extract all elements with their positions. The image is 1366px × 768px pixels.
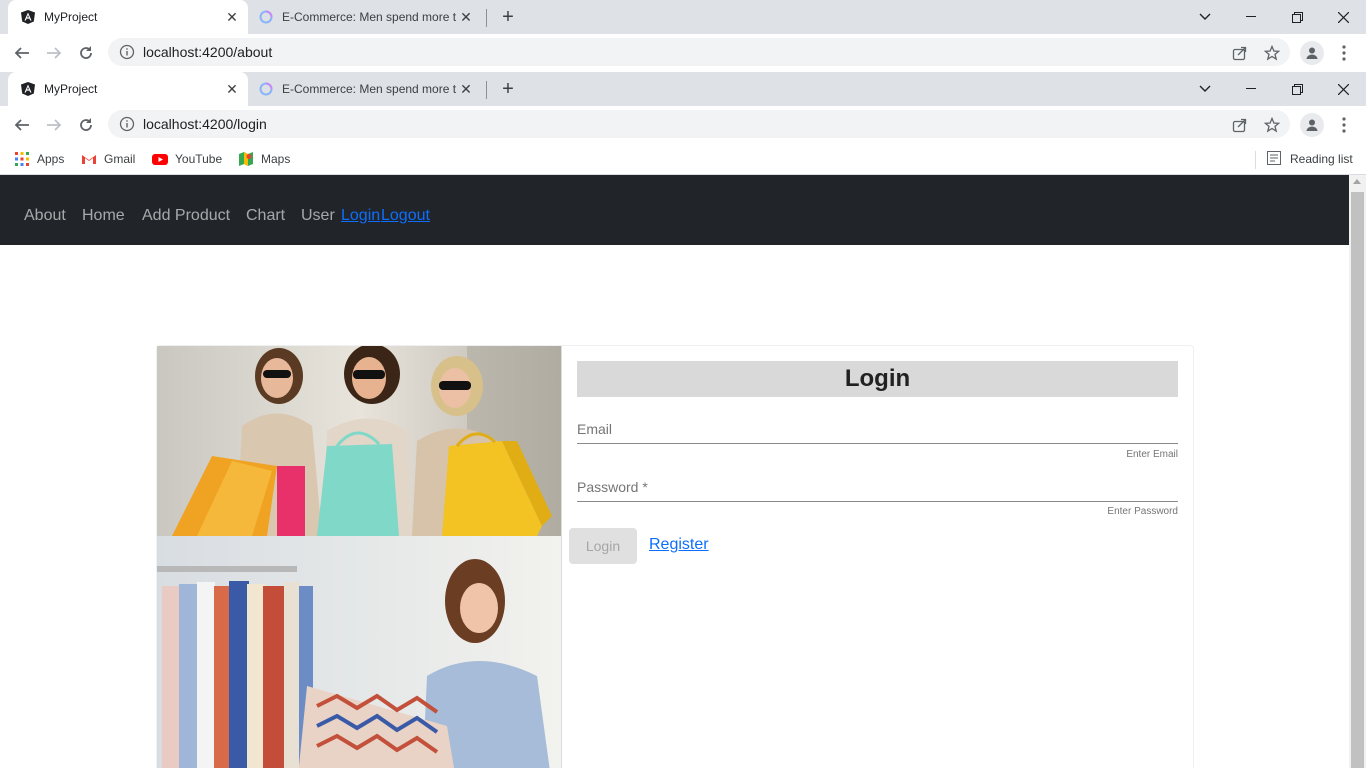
tab-myproject[interactable]: MyProject ✕ xyxy=(8,0,248,34)
tab-myproject[interactable]: MyProject ✕ xyxy=(8,72,248,106)
bookmark-gmail[interactable]: Gmail xyxy=(81,148,135,170)
gmail-icon xyxy=(81,151,97,167)
nav-logout-link[interactable]: Logout xyxy=(381,207,430,225)
back-icon[interactable] xyxy=(10,41,34,65)
menu-kebab-icon[interactable] xyxy=(1334,41,1354,65)
bookmark-label: YouTube xyxy=(175,152,223,166)
close-icon[interactable]: ✕ xyxy=(456,7,476,27)
reading-list-button[interactable]: Reading list xyxy=(1267,148,1353,170)
forward-icon[interactable] xyxy=(42,41,66,65)
nav-about[interactable]: About xyxy=(24,207,66,225)
page-viewport: About Home Add Product Chart User Login … xyxy=(0,175,1349,768)
tab-title: E-Commerce: Men spend more th xyxy=(282,10,456,24)
loading-icon xyxy=(258,81,274,97)
app-navbar: About Home Add Product Chart User Login … xyxy=(0,175,1349,245)
info-icon[interactable] xyxy=(119,116,135,132)
close-icon[interactable]: ✕ xyxy=(456,79,476,99)
close-icon[interactable]: ✕ xyxy=(222,7,242,27)
omnibox[interactable]: localhost:4200/about xyxy=(108,38,1290,66)
password-hint: Enter Password xyxy=(1107,506,1178,517)
clothes-rack xyxy=(162,581,313,768)
tab-ecommerce[interactable]: E-Commerce: Men spend more th ✕ xyxy=(250,72,482,106)
bookmarks-divider xyxy=(1255,151,1256,169)
close-window-icon[interactable] xyxy=(1320,0,1366,34)
forward-icon[interactable] xyxy=(42,113,66,137)
minimize-icon[interactable] xyxy=(1228,0,1274,34)
tab-search-icon[interactable] xyxy=(1182,0,1228,34)
tab-divider xyxy=(486,9,487,27)
tab-strip: MyProject ✕ E-Commerce: Men spend more t… xyxy=(0,72,1366,106)
address-bar: localhost:4200/login xyxy=(0,106,1366,144)
minimize-icon[interactable] xyxy=(1228,72,1274,106)
login-card: Login Email Enter Email Password * Enter… xyxy=(156,345,1194,768)
register-link[interactable]: Register xyxy=(649,536,709,554)
bookmark-youtube[interactable]: YouTube xyxy=(152,148,222,170)
nav-chart[interactable]: Chart xyxy=(246,207,285,225)
omnibox[interactable]: localhost:4200/login xyxy=(108,110,1290,138)
nav-home[interactable]: Home xyxy=(82,207,125,225)
email-hint: Enter Email xyxy=(1126,449,1178,460)
close-icon[interactable]: ✕ xyxy=(222,79,242,99)
youtube-icon xyxy=(152,151,168,167)
tab-title: MyProject xyxy=(44,82,98,96)
tab-strip-back: MyProject ✕ E-Commerce: Men spend more t… xyxy=(0,0,1366,34)
email-label: Email xyxy=(577,421,613,437)
profile-avatar-icon[interactable] xyxy=(1300,113,1324,137)
shopping-images xyxy=(157,346,562,768)
nav-login-link[interactable]: Login xyxy=(341,207,380,225)
share-icon[interactable] xyxy=(1228,41,1252,65)
loading-icon xyxy=(258,9,274,25)
angular-icon xyxy=(20,81,36,97)
bookmark-apps[interactable]: Apps xyxy=(14,148,64,170)
profile-avatar-icon[interactable] xyxy=(1300,41,1324,65)
reload-icon[interactable] xyxy=(74,113,98,137)
tab-search-icon[interactable] xyxy=(1182,72,1228,106)
bookmark-maps[interactable]: Maps xyxy=(238,148,290,170)
tab-title: E-Commerce: Men spend more th xyxy=(282,82,456,96)
login-button[interactable]: Login xyxy=(569,528,637,564)
restore-icon[interactable] xyxy=(1274,0,1320,34)
url-text: localhost:4200/login xyxy=(143,116,267,132)
email-field[interactable]: Email Enter Email xyxy=(577,418,1178,468)
scrollbar-thumb[interactable] xyxy=(1351,192,1364,768)
address-bar-back: localhost:4200/about xyxy=(0,34,1366,72)
login-title: Login xyxy=(577,361,1178,397)
page-scrollbar[interactable] xyxy=(1349,175,1366,768)
shopping-women-image xyxy=(157,346,561,768)
close-window-icon[interactable] xyxy=(1320,72,1366,106)
email-underline xyxy=(577,443,1178,444)
restore-icon[interactable] xyxy=(1274,72,1320,106)
tab-ecommerce[interactable]: E-Commerce: Men spend more th ✕ xyxy=(250,0,482,34)
angular-icon xyxy=(20,9,36,25)
password-label: Password * xyxy=(577,479,648,495)
password-field[interactable]: Password * Enter Password xyxy=(577,476,1178,526)
menu-kebab-icon[interactable] xyxy=(1334,113,1354,137)
nav-add-product[interactable]: Add Product xyxy=(142,207,230,225)
bookmark-label: Maps xyxy=(261,152,291,166)
maps-icon xyxy=(238,151,254,167)
scroll-up-icon[interactable] xyxy=(1353,179,1361,184)
bookmark-label: Gmail xyxy=(104,152,136,166)
password-underline xyxy=(577,501,1178,502)
reading-list-icon xyxy=(1267,151,1283,167)
reading-list-label: Reading list xyxy=(1290,152,1353,166)
bookmark-label: Apps xyxy=(37,152,65,166)
share-icon[interactable] xyxy=(1228,113,1252,137)
apps-grid-icon xyxy=(14,151,30,167)
bookmarks-bar: Apps Gmail YouTube Maps Reading list xyxy=(0,144,1366,175)
tab-divider xyxy=(486,81,487,99)
new-tab-icon[interactable]: + xyxy=(498,6,518,28)
back-icon[interactable] xyxy=(10,113,34,137)
reload-icon[interactable] xyxy=(74,41,98,65)
bookmark-star-icon[interactable] xyxy=(1260,41,1284,65)
url-text: localhost:4200/about xyxy=(143,44,273,60)
info-icon[interactable] xyxy=(119,44,135,60)
bookmark-star-icon[interactable] xyxy=(1260,113,1284,137)
nav-user[interactable]: User xyxy=(301,207,335,225)
new-tab-icon[interactable]: + xyxy=(498,78,518,100)
tab-title: MyProject xyxy=(44,10,98,24)
